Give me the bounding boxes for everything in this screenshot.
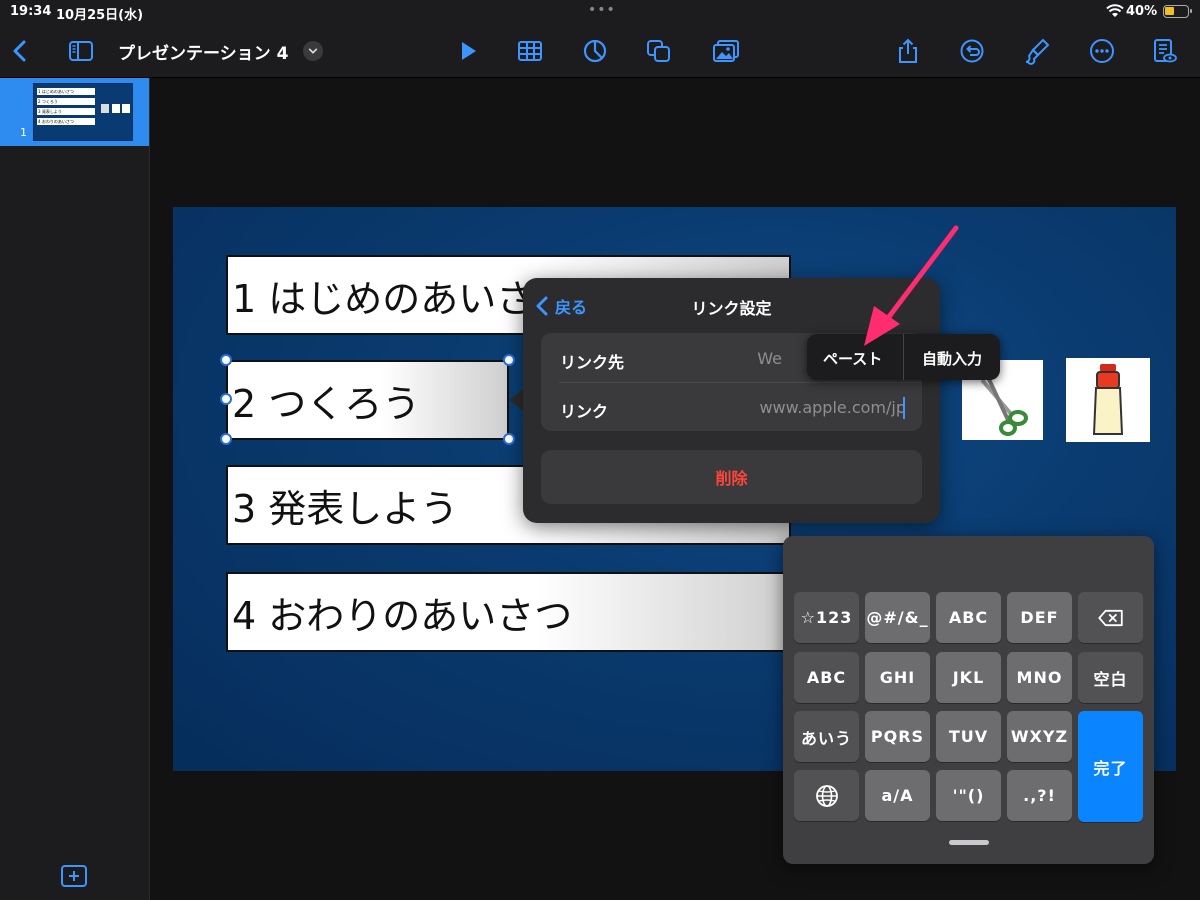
key-ghi[interactable]: GHI xyxy=(865,652,930,703)
slide-navigator: 1 1 はじめのあいさつ 2 つくろう 3 発表しよう 4 おわりのあいさつ xyxy=(0,78,150,900)
globe-icon xyxy=(815,784,838,807)
text-cursor xyxy=(903,397,905,419)
delete-link-button[interactable]: 削除 xyxy=(541,450,922,504)
paste-menu-item[interactable]: ペースト xyxy=(823,348,882,369)
slide-thumbnail-selected[interactable]: 1 1 はじめのあいさつ 2 つくろう 3 発表しよう 4 おわりのあいさつ xyxy=(0,78,149,146)
slide-thumbnail[interactable]: 1 はじめのあいさつ 2 つくろう 3 発表しよう 4 おわりのあいさつ xyxy=(33,83,133,141)
battery-icon xyxy=(1163,5,1192,18)
undo-icon[interactable] xyxy=(957,36,987,66)
table-icon[interactable] xyxy=(515,36,545,66)
slide-item-2-selected[interactable]: 2 つくろう xyxy=(226,360,509,440)
thumbnail-item: 3 発表しよう xyxy=(37,108,95,115)
status-bar: 19:34 10月25日(水) ••• 40% xyxy=(0,0,1200,24)
presenter-notes-icon[interactable] xyxy=(1149,36,1179,66)
link-input[interactable]: www.apple.com/jp xyxy=(759,398,906,417)
back-icon[interactable] xyxy=(6,36,36,66)
globe-key[interactable] xyxy=(794,770,859,821)
annotation-arrow xyxy=(864,225,959,346)
add-slide-icon[interactable] xyxy=(60,864,88,888)
space-key[interactable]: 空白 xyxy=(1078,652,1143,703)
shape-icon[interactable] xyxy=(644,36,674,66)
play-icon[interactable] xyxy=(453,36,483,66)
key-case-toggle[interactable]: a/A xyxy=(865,770,930,821)
share-icon[interactable] xyxy=(893,36,923,66)
popover-arrow xyxy=(509,388,524,412)
link-to-value[interactable]: We xyxy=(757,349,782,368)
delete-key[interactable] xyxy=(1078,592,1143,643)
selection-handle[interactable] xyxy=(503,354,515,366)
thumbnail-picture xyxy=(112,104,120,113)
thumbnail-item: 2 つくろう xyxy=(37,98,95,105)
thumbnail-picture xyxy=(101,104,109,113)
thumbnail-item: 1 はじめのあいさつ xyxy=(37,88,95,95)
thumbnail-picture xyxy=(122,104,130,113)
slide-number: 1 xyxy=(20,126,27,139)
key-symbols[interactable]: @#/&_ xyxy=(865,592,930,643)
slide-item-4[interactable]: 4 おわりのあいさつ xyxy=(226,572,791,652)
key-jkl[interactable]: JKL xyxy=(936,652,1001,703)
selection-handle[interactable] xyxy=(220,433,232,445)
selection-handle[interactable] xyxy=(503,433,515,445)
media-icon[interactable] xyxy=(711,36,741,66)
toolbar: プレゼンテーション 4 xyxy=(0,24,1200,78)
wifi-icon xyxy=(1106,4,1124,17)
multitasking-dots-icon[interactable]: ••• xyxy=(588,2,616,18)
status-date: 10月25日(水) xyxy=(56,8,144,23)
key-quotes[interactable]: '"() xyxy=(936,770,1001,821)
key-pqrs[interactable]: PQRS xyxy=(865,711,930,762)
thumbnail-item: 4 おわりのあいさつ xyxy=(37,118,95,125)
backspace-icon xyxy=(1097,609,1123,626)
divider xyxy=(559,382,922,383)
key-tuv[interactable]: TUV xyxy=(936,711,1001,762)
keyboard-grabber[interactable] xyxy=(949,840,989,845)
key-mno[interactable]: MNO xyxy=(1007,652,1072,703)
key-abc[interactable]: ABC xyxy=(936,592,1001,643)
key-punctuation[interactable]: .,?! xyxy=(1007,770,1072,821)
chevron-down-icon[interactable] xyxy=(303,41,323,61)
key-numbers[interactable]: ☆123 xyxy=(794,592,859,643)
format-brush-icon[interactable] xyxy=(1022,36,1052,66)
key-wxyz[interactable]: WXYZ xyxy=(1007,711,1072,762)
chart-icon[interactable] xyxy=(580,36,610,66)
key-alphabet-mode[interactable]: ABC xyxy=(794,652,859,703)
autofill-menu-item[interactable]: 自動入力 xyxy=(922,348,982,369)
glue-image[interactable] xyxy=(1066,358,1150,442)
battery-percentage: 40% xyxy=(1126,4,1158,19)
key-def[interactable]: DEF xyxy=(1007,592,1072,643)
status-time: 19:34 xyxy=(10,4,52,19)
link-label: リンク xyxy=(560,402,609,421)
floating-keyboard: ☆123 @#/&_ ABC DEF ABC GHI JKL MNO 空白 あい… xyxy=(783,536,1154,864)
document-title[interactable]: プレゼンテーション 4 xyxy=(118,39,288,64)
more-icon[interactable] xyxy=(1087,36,1117,66)
key-kana-mode[interactable]: あいう xyxy=(794,711,859,762)
sidebar-icon[interactable] xyxy=(66,36,96,66)
link-to-label: リンク先 xyxy=(560,353,625,372)
selection-handle[interactable] xyxy=(220,393,232,405)
done-key[interactable]: 完了 xyxy=(1078,711,1143,822)
selection-handle[interactable] xyxy=(220,354,232,366)
